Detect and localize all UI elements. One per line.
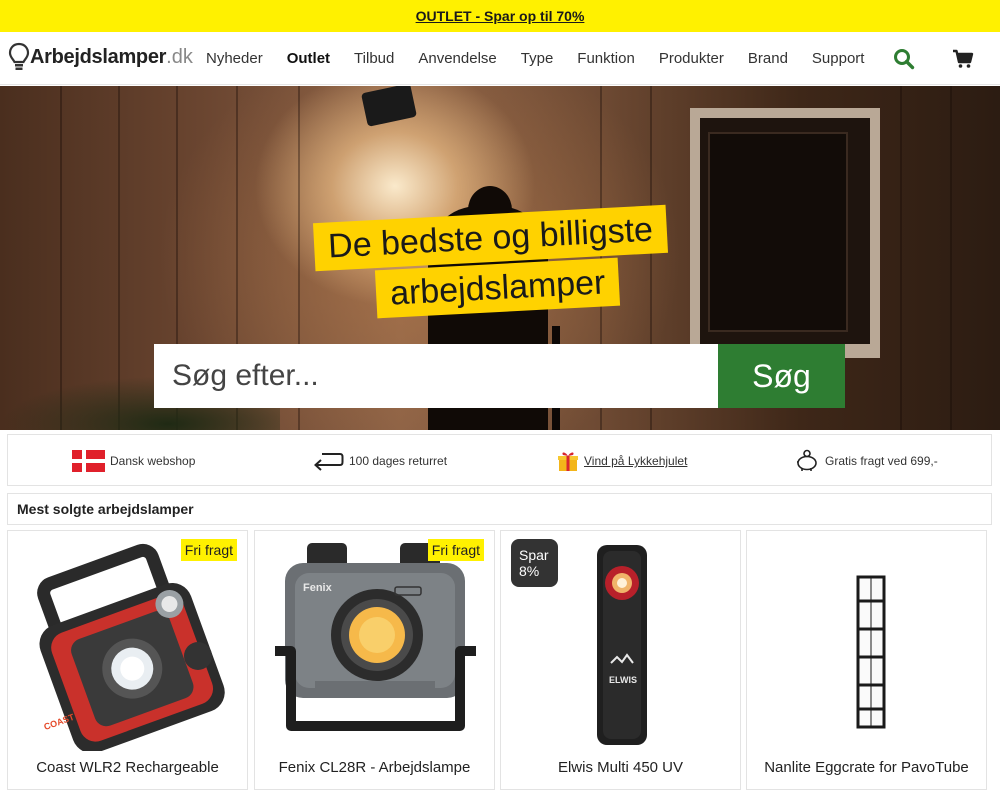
cart-icon[interactable] — [951, 47, 975, 71]
nav-item-brand[interactable]: Brand — [748, 50, 788, 67]
product-title[interactable]: Coast WLR2 Rechargeable — [8, 759, 247, 776]
usp-text: 100 dages returret — [349, 454, 448, 468]
nav-item-nyheder[interactable]: Nyheder — [206, 50, 263, 67]
product-image[interactable]: COAST — [8, 531, 247, 754]
promo-bar: OUTLET - Spar op til 70% — [0, 0, 1000, 32]
gift-icon — [557, 450, 579, 472]
usp-lykkehjulet-link[interactable]: Vind på Lykkehjulet — [584, 454, 687, 468]
product-card[interactable]: COAST Fri fragt Coast WLR2 Rechargeable — [7, 530, 248, 790]
usp-return: 100 dages returret — [312, 435, 447, 487]
product-logo-fenix: Fenix — [303, 582, 333, 594]
logo-text: Arbejdslamper — [30, 45, 167, 68]
nav-item-anvendelse[interactable]: Anvendelse — [418, 50, 496, 67]
return-arrow-icon — [312, 450, 344, 472]
product-logo-elwis: ELWIS — [609, 675, 637, 685]
usp-free-shipping: Gratis fragt ved 699,- — [794, 435, 938, 487]
nav-item-type[interactable]: Type — [521, 50, 554, 67]
hero-banner: De bedste og billigste arbejdslamper Søg — [0, 86, 1000, 430]
logo[interactable]: Arbejdslamper .dk — [8, 41, 193, 73]
product-card[interactable]: Fenix Fri fragt Fenix CL28R - Arbejdslam… — [254, 530, 495, 790]
main-header: Arbejdslamper .dk Nyheder Outlet Tilbud A… — [0, 32, 1000, 85]
free-shipping-badge: Fri fragt — [180, 539, 237, 561]
product-image[interactable]: Fenix — [255, 531, 494, 751]
nav-item-produkter[interactable]: Produkter — [659, 50, 724, 67]
hero-window — [690, 108, 880, 358]
free-shipping-badge: Fri fragt — [427, 539, 484, 561]
main-menu: Nyheder Outlet Tilbud Anvendelse Type Fu… — [194, 32, 876, 85]
nav-item-tilbud[interactable]: Tilbud — [354, 50, 394, 67]
nav-item-outlet[interactable]: Outlet — [287, 50, 330, 67]
search-button[interactable]: Søg — [718, 344, 845, 408]
product-image[interactable] — [747, 531, 986, 751]
hero-search: Søg — [154, 344, 845, 408]
danish-flag-icon — [72, 450, 105, 472]
search-icon[interactable] — [892, 47, 916, 71]
section-title: Mest solgte arbejdslamper — [17, 501, 194, 517]
product-title[interactable]: Elwis Multi 450 UV — [501, 759, 740, 776]
promo-link[interactable]: OUTLET - Spar op til 70% — [416, 8, 585, 24]
nav-item-support[interactable]: Support — [812, 50, 865, 67]
usp-bar: Dansk webshop 100 dages returret Vind på… — [7, 434, 992, 486]
usp-lykkehjulet[interactable]: Vind på Lykkehjulet — [557, 435, 687, 487]
piggy-bank-icon — [794, 449, 820, 473]
logo-suffix: .dk — [166, 45, 193, 68]
product-card[interactable]: Nanlite Eggcrate for PavoTube — [746, 530, 987, 790]
product-title[interactable]: Fenix CL28R - Arbejdslampe — [255, 759, 494, 776]
lightbulb-icon — [8, 42, 30, 70]
search-input[interactable] — [154, 344, 718, 408]
product-title[interactable]: Nanlite Eggcrate for PavoTube — [747, 759, 986, 776]
section-header: Mest solgte arbejdslamper — [7, 493, 992, 525]
usp-text: Dansk webshop — [110, 454, 196, 468]
usp-danish-webshop: Dansk webshop — [72, 435, 195, 487]
nav-item-funktion[interactable]: Funktion — [577, 50, 635, 67]
usp-text: Gratis fragt ved 699,- — [825, 454, 938, 468]
product-card[interactable]: ELWIS Spar 8% Elwis Multi 450 UV — [500, 530, 741, 790]
discount-badge: Spar 8% — [511, 539, 558, 587]
